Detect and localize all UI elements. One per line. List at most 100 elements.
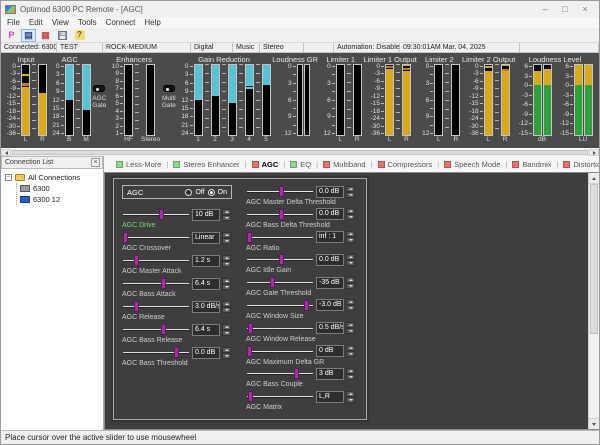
- slider-thumb-agc-window-release[interactable]: [248, 323, 253, 334]
- slider-agc-idle-gain[interactable]: [246, 254, 314, 265]
- slider-agc-maximum-delta-gr[interactable]: [246, 346, 314, 357]
- scroll-down-arrow[interactable]: [589, 418, 599, 429]
- tab-compressors[interactable]: Compressors: [373, 160, 438, 169]
- menu-bar: File Edit View Tools Connect Help: [1, 17, 599, 28]
- slider-thumb-agc-master-delta-threshold[interactable]: [279, 186, 284, 197]
- spin-down-agc-matrix[interactable]: [346, 397, 355, 403]
- spin-down-agc-maximum-delta-gr[interactable]: [346, 351, 355, 357]
- agc-off-radio[interactable]: [185, 189, 192, 196]
- meter-section-limiter-2-output: Limiter 2 Output0-3-6-9-12-15-18-24-30-3…: [462, 55, 515, 148]
- tab-distortion[interactable]: Distortion: [558, 160, 599, 169]
- save-button[interactable]: [55, 29, 70, 42]
- slider-thumb-agc-bass-threshold[interactable]: [174, 347, 179, 358]
- slider-thumb-agc-release[interactable]: [134, 301, 139, 312]
- spin-down-agc-master-attack[interactable]: [222, 261, 231, 267]
- tree-expander-icon[interactable]: −: [5, 174, 12, 181]
- spin-down-agc-ratio[interactable]: [346, 237, 355, 243]
- floppy-disk-icon: [58, 31, 67, 40]
- slider-agc-bass-release[interactable]: [122, 324, 190, 335]
- slider-thumb-agc-crossover[interactable]: [123, 232, 128, 243]
- spin-down-agc-release[interactable]: [222, 307, 231, 313]
- remote-view-button[interactable]: ▤: [21, 29, 36, 42]
- slider-thumb-agc-idle-gain[interactable]: [279, 254, 284, 265]
- slider-agc-bass-delta-threshold[interactable]: [246, 209, 314, 220]
- spin-down-agc-bass-threshold[interactable]: [222, 353, 231, 359]
- tab-multiband[interactable]: Multiband: [318, 160, 371, 169]
- minimize-button[interactable]: –: [537, 2, 553, 16]
- slider-agc-window-size[interactable]: [246, 300, 314, 311]
- slider-thumb-agc-window-size[interactable]: [304, 300, 309, 311]
- spin-down-agc-gate-threshold[interactable]: [346, 283, 355, 289]
- agc-title: AGC: [62, 55, 78, 64]
- slider-agc-gate-threshold[interactable]: [246, 277, 314, 288]
- spin-down-agc-idle-gain[interactable]: [346, 260, 355, 266]
- slider-thumb-agc-ratio[interactable]: [247, 232, 252, 243]
- slider-thumb-agc-bass-couple[interactable]: [294, 368, 299, 379]
- tab-speech-mode[interactable]: Speech Mode: [439, 160, 505, 169]
- slider-thumb-agc-master-attack[interactable]: [134, 255, 139, 266]
- spinner-agc-drive: [222, 209, 231, 221]
- spin-down-agc-bass-release[interactable]: [222, 330, 231, 336]
- spin-down-agc-bass-delta-threshold[interactable]: [346, 214, 355, 220]
- spin-down-agc-bass-attack[interactable]: [222, 284, 231, 290]
- menu-item-connect[interactable]: Connect: [106, 17, 136, 28]
- spin-down-agc-window-release[interactable]: [346, 328, 355, 334]
- spin-down-agc-drive[interactable]: [222, 215, 231, 221]
- connection-item-6300[interactable]: 6300: [20, 183, 103, 194]
- slider-agc-bass-threshold[interactable]: [122, 347, 190, 358]
- vertical-scroll-thumb[interactable]: [590, 184, 598, 334]
- tab-eq[interactable]: EQ: [285, 160, 316, 169]
- spin-down-agc-window-size[interactable]: [346, 305, 355, 311]
- control-agc-window-release: 0.5 dB/sAGC Window Release: [246, 322, 356, 345]
- meter-scroll-right-arrow[interactable]: [589, 149, 599, 156]
- maximize-button[interactable]: □: [557, 2, 573, 16]
- preset-button[interactable]: P: [4, 29, 19, 42]
- slider-agc-crossover[interactable]: [122, 232, 190, 243]
- slider-thumb-agc-matrix[interactable]: [248, 391, 253, 402]
- meter-scrollbar[interactable]: [1, 148, 599, 156]
- vertical-scrollbar[interactable]: [588, 173, 599, 429]
- spin-down-agc-master-delta-threshold[interactable]: [346, 192, 355, 198]
- menu-item-file[interactable]: File: [7, 17, 20, 28]
- meter-scroll-left-arrow[interactable]: [1, 149, 11, 156]
- connection-panel-close-button[interactable]: ×: [91, 158, 100, 167]
- close-button[interactable]: ×: [577, 2, 593, 16]
- spin-down-agc-crossover[interactable]: [222, 238, 231, 244]
- slider-agc-bass-couple[interactable]: [246, 368, 314, 379]
- menu-item-help[interactable]: Help: [144, 17, 160, 28]
- meter-bar-loudness-level-1-1: [533, 64, 542, 136]
- tree-node-all-connections[interactable]: − All Connections: [5, 172, 103, 183]
- slider-thumb-agc-gate-threshold[interactable]: [270, 277, 275, 288]
- connection-panel: Connection List × − All Connections 6300…: [1, 156, 104, 430]
- menu-item-edit[interactable]: Edit: [29, 17, 43, 28]
- slider-thumb-agc-bass-attack[interactable]: [161, 278, 166, 289]
- tab-bandmix[interactable]: Bandmix: [507, 160, 556, 169]
- slider-agc-master-attack[interactable]: [122, 255, 190, 266]
- menu-item-view[interactable]: View: [52, 17, 69, 28]
- spin-down-agc-bass-couple[interactable]: [346, 374, 355, 380]
- slider-agc-master-delta-threshold[interactable]: [246, 186, 314, 197]
- tab-less-more[interactable]: Less-More: [111, 160, 166, 169]
- title-bar: Optimod 6300 PC Remote - [AGC] – □ ×: [1, 1, 599, 17]
- meter-scale: 03691215182124: [178, 64, 193, 136]
- slider-agc-release[interactable]: [122, 301, 190, 312]
- slider-agc-ratio[interactable]: [246, 232, 314, 243]
- slider-agc-bass-attack[interactable]: [122, 278, 190, 289]
- slider-thumb-agc-maximum-delta-gr[interactable]: [247, 346, 252, 357]
- scroll-up-arrow[interactable]: [589, 173, 599, 184]
- connection-item-6300-12[interactable]: 6300 12: [20, 194, 103, 205]
- menu-item-tools[interactable]: Tools: [78, 17, 97, 28]
- agc-on-radio[interactable]: [208, 189, 215, 196]
- help-button[interactable]: ?: [72, 29, 87, 42]
- slider-agc-window-release[interactable]: [246, 323, 314, 334]
- tab-stereo-enhancer[interactable]: Stereo Enhancer: [168, 160, 244, 169]
- slider-thumb-agc-bass-delta-threshold[interactable]: [279, 209, 284, 220]
- tab-agc[interactable]: AGC: [247, 160, 284, 169]
- slider-agc-drive[interactable]: [122, 209, 190, 220]
- meter-scroll-thumb[interactable]: [12, 150, 588, 155]
- slider-agc-matrix[interactable]: [246, 391, 314, 402]
- slider-thumb-agc-drive[interactable]: [159, 209, 164, 220]
- meters-button[interactable]: ▦: [38, 29, 53, 42]
- meters-icon: ▦: [41, 30, 50, 40]
- slider-thumb-agc-bass-release[interactable]: [161, 324, 166, 335]
